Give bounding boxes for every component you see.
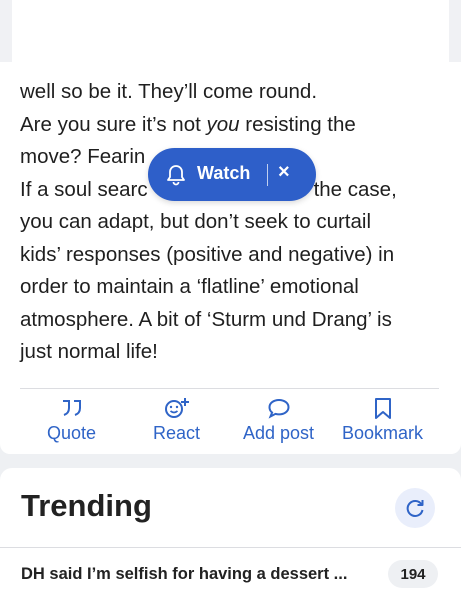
post-card: well so be it. They’ll come round. Are y… <box>0 62 461 454</box>
quote-icon <box>62 400 81 416</box>
quote-button[interactable]: Quote <box>47 397 96 444</box>
post-divider <box>20 388 439 389</box>
post-line: kids’ responses (positive and negative) … <box>20 242 395 266</box>
post-line: just normal life! <box>20 340 158 363</box>
refresh-icon <box>406 500 424 517</box>
top-bar-panel <box>12 0 449 62</box>
watch-label: Watch <box>197 163 251 183</box>
react-button[interactable]: React <box>153 397 200 444</box>
post-line: well so be it. They’ll come round. <box>20 80 318 103</box>
post-line: order to maintain a ‘flatline’ emotional <box>20 275 359 298</box>
trending-item[interactable]: DH said I’m selfish for having a dessert… <box>0 548 461 600</box>
react-label: React <box>153 423 201 443</box>
close-icon[interactable]: × <box>278 161 290 184</box>
trending-item-count: 194 <box>388 560 438 588</box>
trending-title: Trending <box>21 488 152 523</box>
post-actions: Quote React Add post Bookmark <box>0 397 461 453</box>
watch-divider <box>267 164 268 186</box>
post-line: Are you sure it’s not you resisting the <box>20 112 356 136</box>
post-body: well so be it. They’ll come round. Are y… <box>20 76 440 369</box>
trending-card: Trending DH said I’m selfish for having … <box>0 468 461 600</box>
add-post-button[interactable]: Add post <box>243 397 314 444</box>
add-reaction-icon <box>164 398 189 418</box>
watch-button[interactable]: Watch × <box>148 148 316 201</box>
bookmark-button[interactable]: Bookmark <box>342 397 423 444</box>
add-post-label: Add post <box>243 423 315 443</box>
bookmark-label: Bookmark <box>342 423 424 443</box>
refresh-button[interactable] <box>395 488 435 528</box>
speech-bubble-icon <box>268 398 290 419</box>
post-line: atmosphere. A bit of ‘Sturm und Drang’ i… <box>20 307 392 331</box>
quote-label: Quote <box>47 423 97 443</box>
bookmark-icon <box>374 398 391 419</box>
bell-icon <box>167 165 185 186</box>
post-line: you can adapt, but don’t seek to curtail <box>20 210 372 233</box>
trending-item-title: DH said I’m selfish for having a dessert… <box>21 565 348 583</box>
